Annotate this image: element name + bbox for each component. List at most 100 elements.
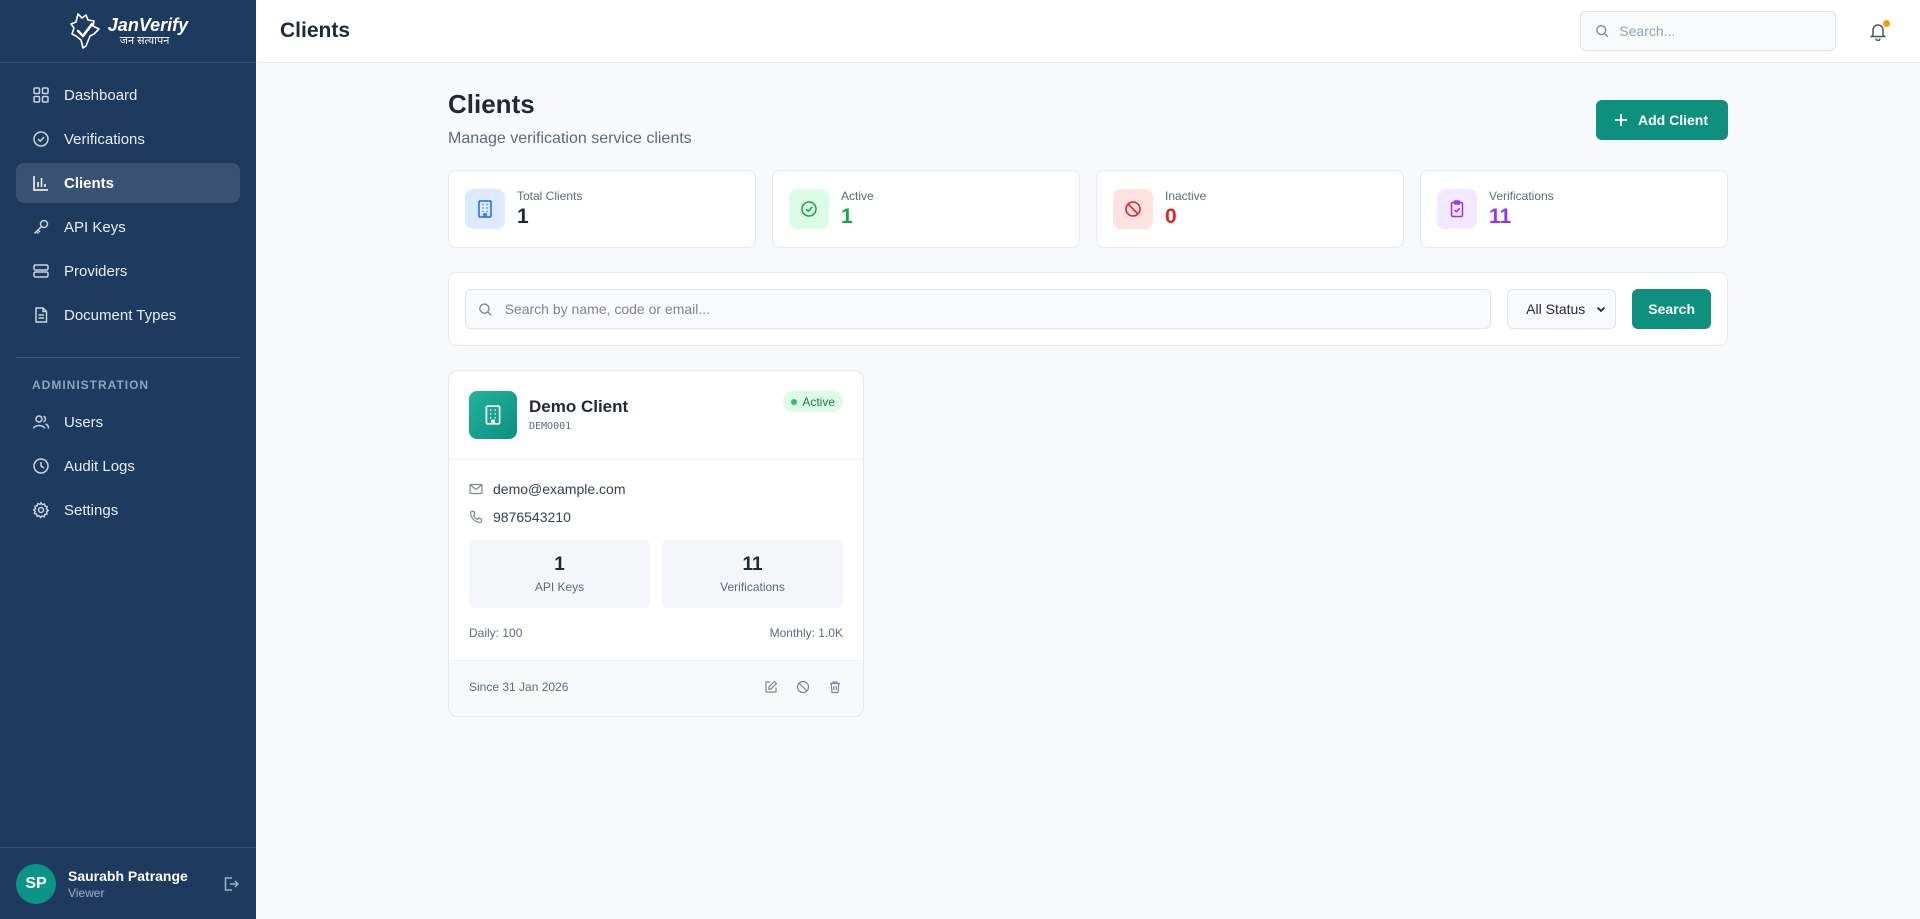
client-logo [469, 391, 517, 439]
brand-logo[interactable]: JanVerify जन सत्यापन [0, 0, 256, 63]
status-filter-value: All Status [1526, 301, 1586, 317]
sidebar-item-label: Dashboard [64, 86, 138, 104]
deactivate-button[interactable] [795, 679, 811, 695]
stat-label: Active [841, 189, 874, 203]
client-email: demo@example.com [493, 481, 626, 497]
status-dot [791, 398, 798, 405]
logout-icon[interactable] [222, 875, 240, 893]
plus-icon [1615, 114, 1627, 126]
metric-verifications: 11 Verifications [662, 540, 843, 608]
stat-icon-box [1437, 189, 1477, 229]
ban-icon [796, 680, 810, 694]
client-phone-row: 9876543210 [469, 508, 843, 526]
stats-row: Total Clients 1 Active 1 Inactive 0 Veri… [448, 170, 1728, 248]
user-name: Saurabh Patrange [68, 867, 188, 884]
filter-bar: All Status Search [448, 272, 1728, 346]
status-filter-select[interactable]: All Status [1507, 289, 1617, 329]
client-phone: 9876543210 [493, 509, 571, 525]
sidebar-item-providers[interactable]: Providers [16, 251, 240, 291]
metric-value: 11 [742, 554, 763, 575]
sidebar-item-clients[interactable]: Clients [16, 163, 240, 203]
gear-icon [32, 501, 50, 519]
monthly-limit: Monthly: 1.0K [769, 626, 843, 640]
global-search-input[interactable] [1619, 23, 1821, 39]
client-card[interactable]: Demo Client DEMO001 Active demo@example.… [448, 370, 864, 717]
client-name[interactable]: Demo Client [529, 397, 628, 417]
bar-chart-icon [33, 176, 48, 191]
notification-dot [1883, 20, 1890, 27]
sidebar-item-label: Document Types [64, 306, 177, 324]
avatar[interactable]: SP [16, 863, 56, 904]
stat-total-clients: Total Clients 1 [448, 170, 756, 248]
stat-icon-box [465, 189, 505, 229]
edit-icon [765, 680, 778, 693]
check-circle-icon [33, 131, 49, 147]
sidebar: JanVerify जन सत्यापन Dashboard Verificat… [0, 0, 256, 919]
stat-label: Inactive [1165, 189, 1207, 203]
client-since: Since 31 Jan 2026 [469, 680, 569, 694]
delete-button[interactable] [827, 679, 843, 695]
stat-value: 0 [1165, 205, 1177, 228]
brand-name: JanVerify [107, 14, 189, 35]
building-icon [485, 405, 501, 425]
topbar-title: Clients [280, 19, 351, 42]
sidebar-item-label: Verifications [64, 130, 145, 148]
sidebar-item-label: Settings [64, 501, 119, 519]
search-icon [1596, 24, 1609, 38]
stat-value: 11 [1489, 205, 1512, 228]
sidebar-item-settings[interactable]: Settings [16, 490, 240, 530]
stat-icon-box [1113, 189, 1153, 229]
search-icon [479, 302, 492, 316]
global-search[interactable] [1580, 11, 1836, 51]
stat-value: 1 [841, 205, 853, 228]
stat-verifications: Verifications 11 [1420, 170, 1728, 248]
metric-api-keys: 1 API Keys [469, 540, 650, 608]
client-search-input[interactable] [504, 301, 1479, 317]
client-search[interactable] [465, 289, 1492, 329]
trash-icon [830, 681, 840, 694]
add-client-button[interactable]: Add Client [1596, 100, 1728, 140]
stat-active: Active 1 [772, 170, 1080, 248]
status-badge: Active [783, 391, 843, 412]
user-role: Viewer [68, 885, 105, 900]
notifications-button[interactable] [1860, 13, 1896, 49]
india-map-check-icon [69, 13, 100, 49]
clock-icon [33, 458, 49, 474]
chevron-down-icon [1597, 306, 1606, 313]
sidebar-item-audit-logs[interactable]: Audit Logs [16, 446, 240, 486]
stat-label: Total Clients [517, 189, 583, 203]
users-icon [32, 415, 50, 429]
sidebar-item-users[interactable]: Users [16, 402, 240, 442]
sidebar-item-dashboard[interactable]: Dashboard [16, 75, 240, 115]
clipboard-check-icon [1450, 200, 1464, 218]
stat-value: 1 [517, 205, 529, 228]
stat-icon-box [789, 189, 829, 229]
sidebar-item-label: Audit Logs [64, 457, 135, 475]
stat-label: Verifications [1489, 189, 1554, 203]
phone-icon [469, 510, 483, 524]
add-client-label: Add Client [1638, 112, 1708, 128]
mail-icon [469, 483, 483, 495]
topbar: Clients [256, 0, 1920, 63]
building-icon [478, 200, 492, 218]
metric-label: API Keys [534, 580, 585, 594]
sidebar-item-label: Clients [64, 174, 115, 192]
stat-inactive: Inactive 0 [1096, 170, 1404, 248]
nav-divider [16, 357, 240, 358]
user-profile: SP Saurabh Patrange Viewer [0, 847, 256, 919]
sidebar-item-label: Providers [64, 262, 128, 280]
key-icon [33, 219, 49, 235]
sidebar-item-document-types[interactable]: Document Types [16, 295, 240, 335]
edit-button[interactable] [763, 679, 779, 695]
sidebar-item-verifications[interactable]: Verifications [16, 119, 240, 159]
search-button[interactable]: Search [1632, 289, 1711, 329]
sidebar-item-label: API Keys [64, 218, 126, 236]
check-circle-icon [801, 201, 817, 217]
admin-section-heading: ADMINISTRATION [32, 378, 150, 392]
grid-icon [33, 87, 49, 103]
status-badge-label: Active [802, 394, 835, 409]
metric-value: 1 [554, 554, 565, 575]
sidebar-item-api-keys[interactable]: API Keys [16, 207, 240, 247]
file-icon [35, 307, 48, 323]
admin-nav: Users Audit Logs Settings [0, 402, 256, 530]
